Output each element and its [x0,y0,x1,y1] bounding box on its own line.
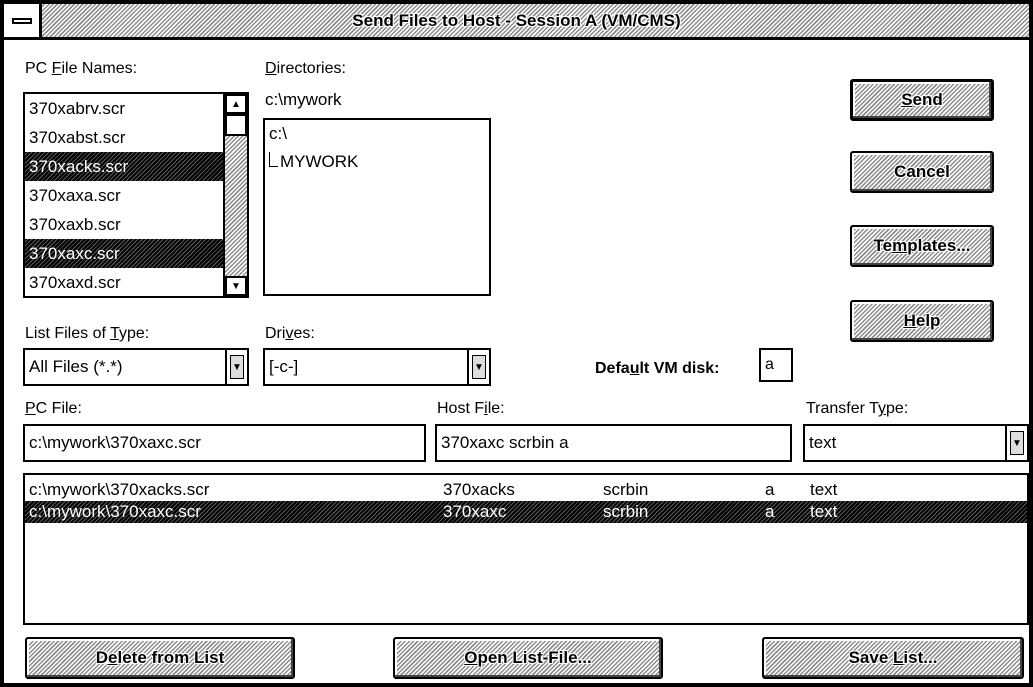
chevron-down-icon: ▼ [472,355,486,379]
transfer-list-row[interactable]: c:\mywork\370xaxc.scr 370xaxc scrbin a text [25,501,1027,523]
pc-file-names-items: 370xabrv.scr 370xabst.scr 370xacks.scr 370x… [25,94,223,296]
pc-file-item[interactable]: 370xabst.scr [25,123,223,152]
system-menu-icon [12,18,32,24]
window-title: Send Files to Host - Session A (VM/CMS) [352,10,681,30]
drives-label: Drives: [265,325,315,342]
templates-button[interactable]: Templates... [850,225,994,267]
pc-file-item[interactable]: 370xacks.scr [25,152,223,181]
pc-file-input[interactable]: c:\mywork\370xaxc.scr [23,424,426,462]
scroll-down-icon[interactable]: ▼ [225,276,247,296]
drives-dropdown[interactable]: ▼ [467,350,489,384]
transfer-cell-fn: 370xacks [443,480,515,499]
transfer-cell-type: text [810,480,838,499]
directory-item-root[interactable]: c:\ [269,124,287,144]
drives-value: [-c-] [269,357,299,376]
send-button[interactable]: Send [850,79,994,121]
transfer-cell-fm: a [765,502,775,521]
pc-file-item[interactable]: 370xaxa.scr [25,181,223,210]
transfer-type-combo[interactable]: text ▼ [803,424,1029,462]
list-files-type-value: All Files (*.*) [29,357,123,376]
list-files-type-dropdown[interactable]: ▼ [225,350,247,384]
tree-branch-icon [269,152,278,167]
delete-from-list-button[interactable]: Delete from List [25,637,295,679]
pc-file-item[interactable]: 370xabrv.scr [25,94,223,123]
transfer-cell-pc: c:\mywork\370xacks.scr [29,480,210,499]
current-directory: c:\mywork [265,90,342,109]
directories-label: Directories: [265,60,346,77]
transfer-list-row[interactable]: c:\mywork\370xacks.scr 370xacks scrbin a tex… [25,479,1027,501]
pc-file-item[interactable]: 370xaxc.scr [25,239,223,268]
directories-listbox[interactable]: c:\ MYWORK [263,118,491,296]
transfer-cell-ft: scrbin [603,502,649,521]
transfer-cell-ft: scrbin [603,480,649,499]
cancel-button[interactable]: Cancel [850,151,994,193]
transfer-type-label: Transfer Type: [806,400,909,417]
transfer-type-dropdown[interactable]: ▼ [1005,426,1027,460]
scroll-thumb[interactable] [225,114,247,136]
title-bar[interactable]: Send Files to Host - Session A (VM/CMS) [4,4,1029,40]
list-files-type-combo[interactable]: All Files (*.*) ▼ [23,348,249,386]
default-vm-disk-label: Default VM disk: [595,360,720,377]
pc-file-label: PC File: [25,400,82,417]
open-list-file-button[interactable]: Open List-File... [393,637,663,679]
scroll-up-icon[interactable]: ▲ [225,94,247,114]
drives-combo[interactable]: [-c-] ▼ [263,348,491,386]
pc-file-names-label: PC File Names: [25,60,138,77]
pc-file-names-scrollbar[interactable]: ▲ ▼ [223,94,247,296]
transfer-type-value: text [809,433,837,452]
directory-item-mywork[interactable]: MYWORK [269,152,358,172]
chevron-down-icon: ▼ [1010,431,1024,455]
pc-file-names-listbox[interactable]: 370xabrv.scr 370xabst.scr 370xacks.scr 370x… [23,92,249,298]
save-list-button[interactable]: Save List... [762,637,1024,679]
list-files-type-label: List Files of Type: [25,325,150,342]
transfer-cell-fm: a [765,480,775,499]
host-file-input[interactable]: 370xaxc scrbin a [435,424,792,462]
directory-item-label: MYWORK [280,152,359,171]
transfer-cell-type: text [810,502,838,521]
transfer-cell-fn: 370xaxc [443,502,507,521]
pc-file-item[interactable]: 370xaxd.scr [25,268,223,296]
default-vm-disk-input[interactable]: a [759,348,793,382]
chevron-down-icon: ▼ [230,355,244,379]
pc-file-item[interactable]: 370xaxb.scr [25,210,223,239]
transfer-list[interactable]: c:\mywork\370xacks.scr 370xacks scrbin a tex… [23,473,1029,625]
host-file-label: Host File: [437,400,505,417]
transfer-cell-pc: c:\mywork\370xaxc.scr [29,502,201,521]
system-menu-button[interactable] [4,4,42,37]
help-button[interactable]: Help [850,300,994,342]
transfer-list-rows: c:\mywork\370xacks.scr 370xacks scrbin a tex… [25,477,1027,623]
